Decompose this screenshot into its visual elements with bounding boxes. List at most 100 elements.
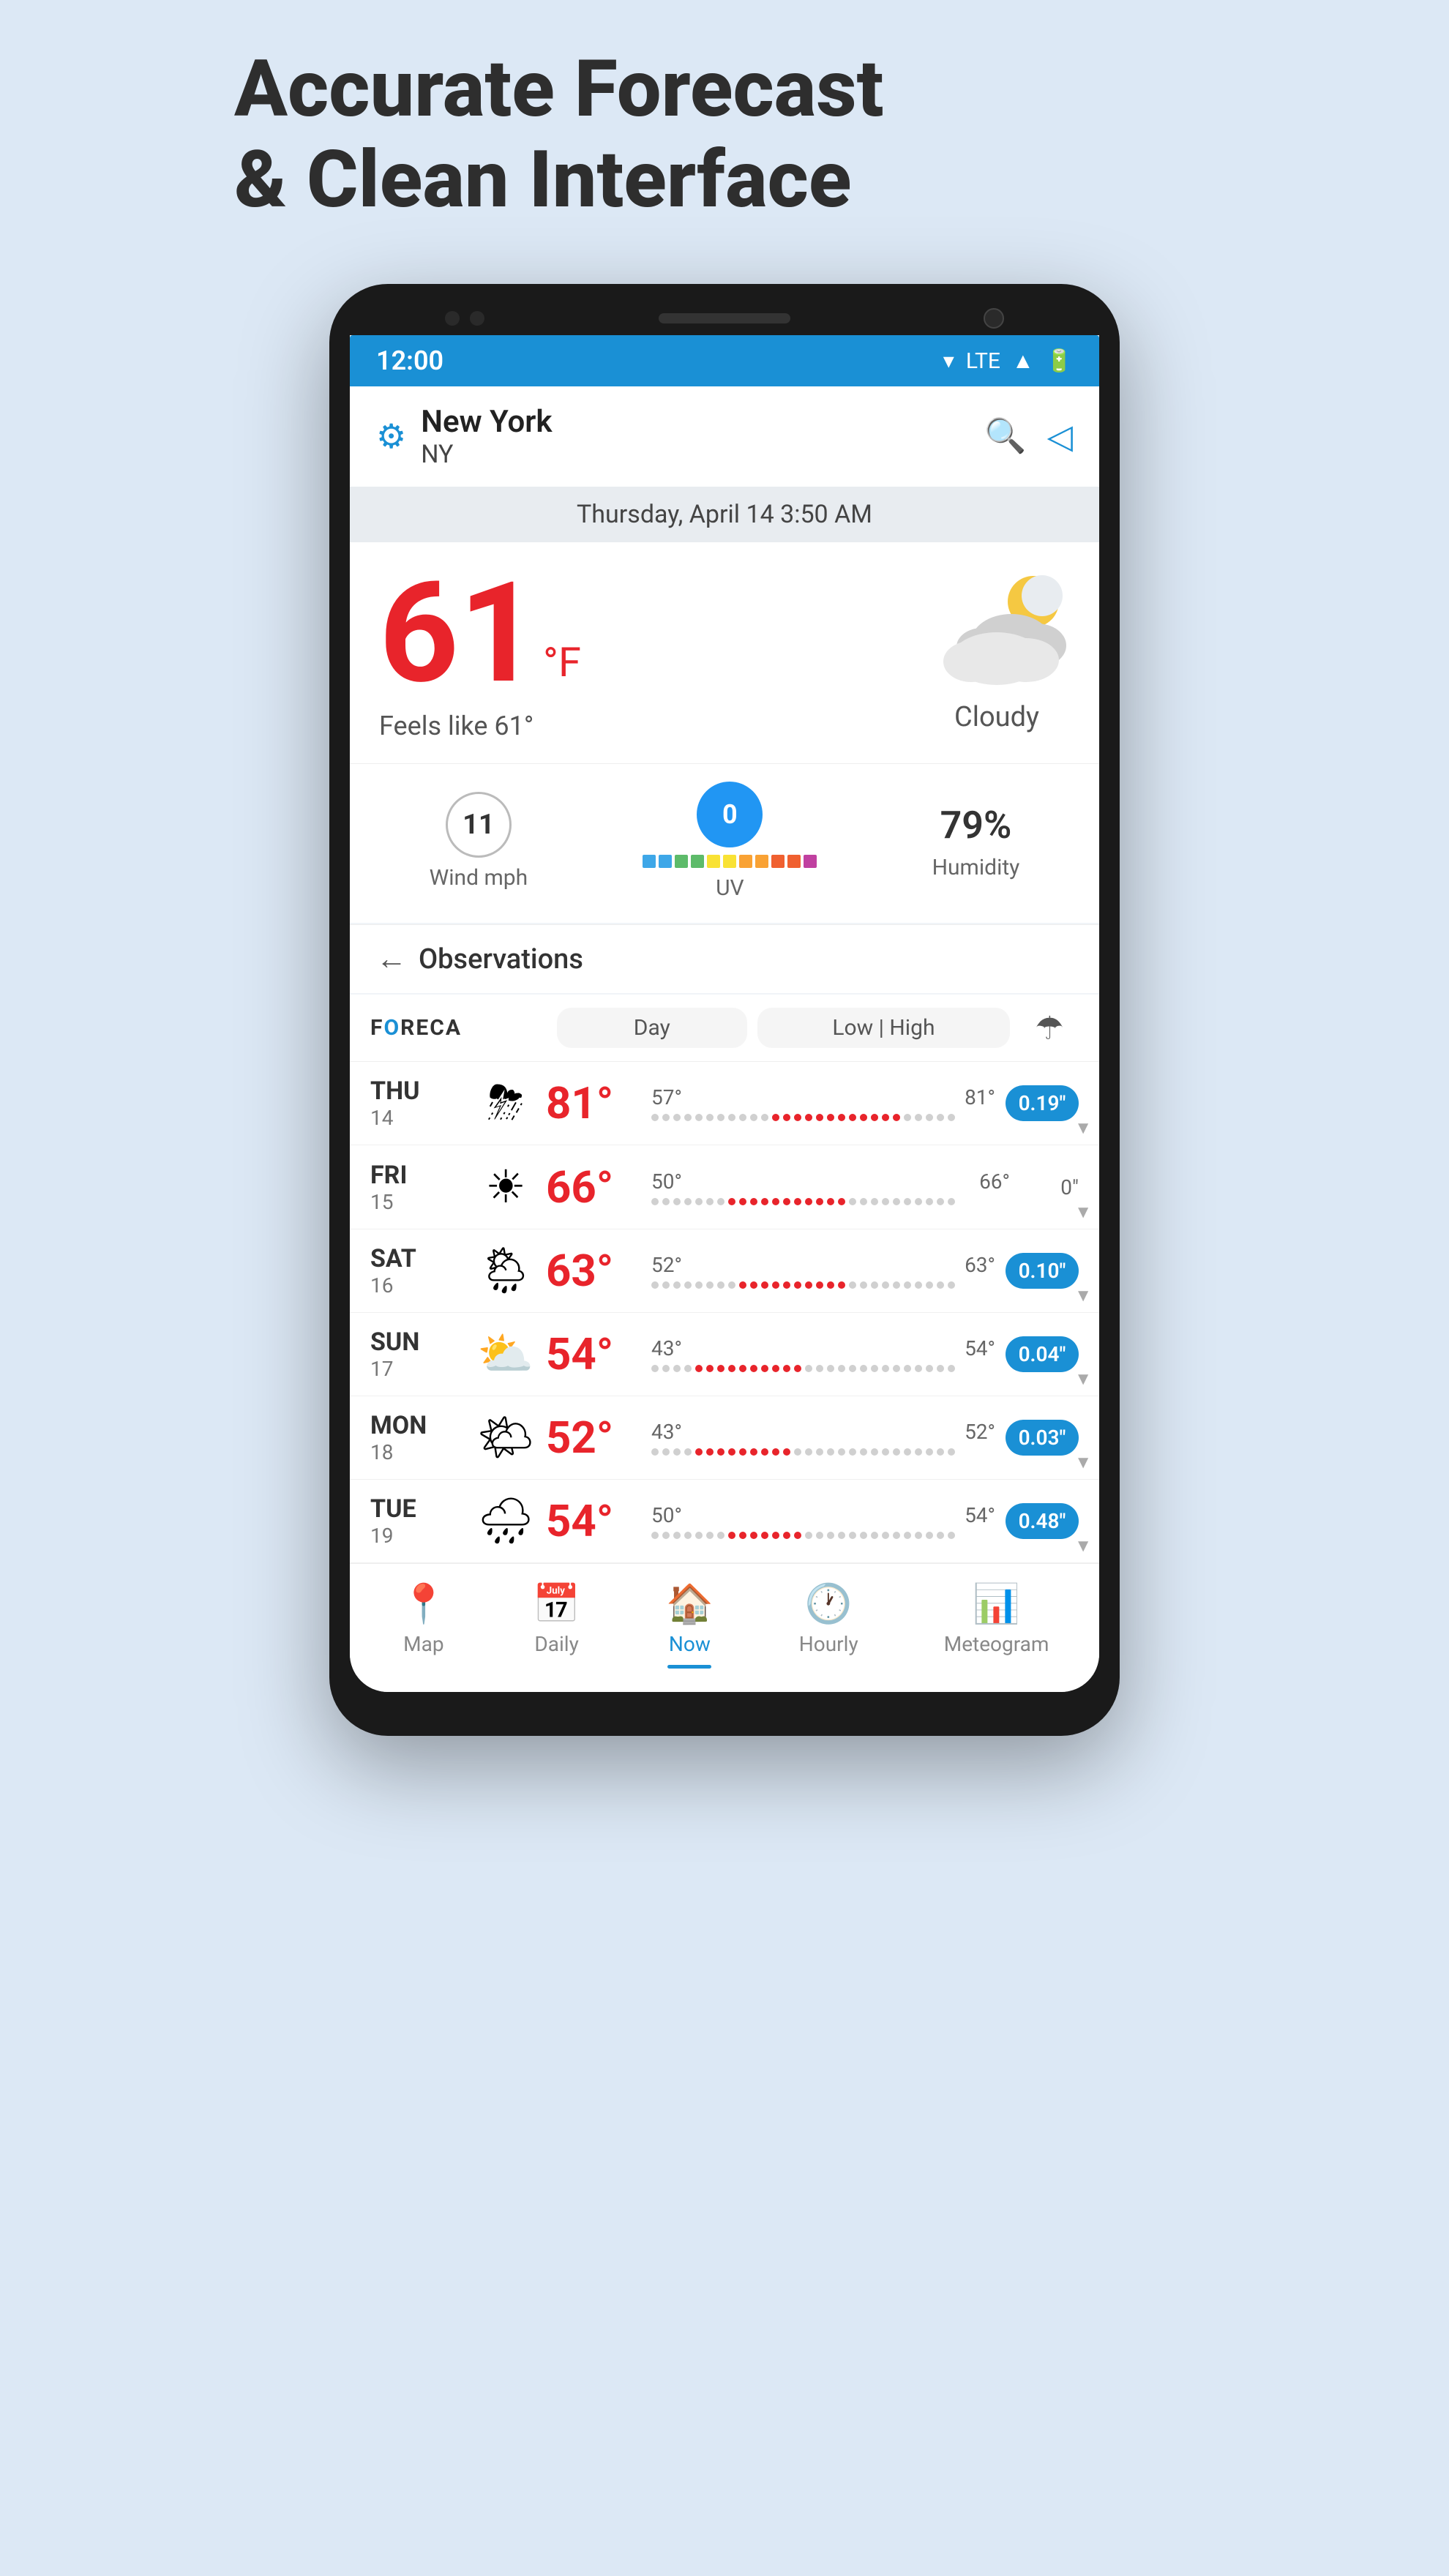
range-dot bbox=[926, 1114, 933, 1121]
nav-icon-hourly: 🕐 bbox=[805, 1581, 853, 1626]
range-dot bbox=[860, 1198, 867, 1205]
nav-item-hourly[interactable]: 🕐 Hourly bbox=[799, 1581, 858, 1669]
range-dot bbox=[684, 1532, 692, 1539]
row-expand-arrow[interactable]: ▼ bbox=[1074, 1117, 1092, 1139]
day-name: SUN bbox=[370, 1328, 465, 1357]
range-dot bbox=[838, 1114, 845, 1121]
range-dot bbox=[651, 1114, 659, 1121]
range-dot bbox=[772, 1114, 779, 1121]
range-dot bbox=[805, 1281, 812, 1289]
day-num: 19 bbox=[370, 1524, 465, 1548]
nav-item-daily[interactable]: 📅Daily bbox=[533, 1581, 580, 1669]
phone-camera bbox=[984, 308, 1004, 329]
range-dot bbox=[673, 1114, 681, 1121]
forecast-weather-icon: 🌦 bbox=[465, 1244, 546, 1298]
range-dot bbox=[717, 1114, 724, 1121]
uv-segment bbox=[771, 855, 785, 868]
range-dot bbox=[739, 1448, 746, 1456]
back-icon[interactable]: ← bbox=[376, 941, 407, 977]
forecast-range-col: 57°81° bbox=[641, 1085, 1006, 1121]
range-labels: 50°54° bbox=[651, 1503, 995, 1527]
range-dot bbox=[816, 1532, 823, 1539]
forecast-row[interactable]: TUE19🌧54°50°54°0.48"▼ bbox=[350, 1480, 1099, 1563]
forecast-row[interactable]: THU14⛈81°57°81°0.19"▼ bbox=[350, 1062, 1099, 1145]
range-dot bbox=[706, 1114, 714, 1121]
range-dot bbox=[816, 1114, 823, 1121]
range-dot bbox=[651, 1448, 659, 1456]
row-expand-arrow[interactable]: ▼ bbox=[1074, 1535, 1092, 1557]
day-col: TUE19 bbox=[370, 1494, 465, 1548]
row-expand-arrow[interactable]: ▼ bbox=[1074, 1368, 1092, 1390]
range-high: 66° bbox=[979, 1169, 1010, 1194]
row-expand-arrow[interactable]: ▼ bbox=[1074, 1285, 1092, 1306]
range-dot bbox=[904, 1365, 911, 1372]
range-dot bbox=[849, 1448, 856, 1456]
range-dot bbox=[937, 1448, 944, 1456]
range-dot bbox=[728, 1532, 735, 1539]
top-nav: ⚙ New York NY 🔍 ◁ bbox=[350, 386, 1099, 487]
nav-item-map[interactable]: 📍Map bbox=[400, 1581, 448, 1669]
forecast-col-precip: ☂ bbox=[1020, 1009, 1079, 1047]
forecast-row[interactable]: MON18🌤52°43°52°0.03"▼ bbox=[350, 1396, 1099, 1480]
row-expand-arrow[interactable]: ▼ bbox=[1074, 1452, 1092, 1473]
nav-label-hourly: Hourly bbox=[799, 1632, 858, 1656]
uv-stat: 0 UV bbox=[643, 782, 817, 901]
range-dot bbox=[651, 1281, 659, 1289]
range-dot bbox=[684, 1114, 692, 1121]
nav-item-now[interactable]: 🏠Now bbox=[666, 1581, 714, 1669]
day-name: FRI bbox=[370, 1161, 465, 1190]
range-dot bbox=[871, 1198, 878, 1205]
range-dot bbox=[827, 1532, 834, 1539]
search-icon[interactable]: 🔍 bbox=[984, 416, 1026, 457]
range-dot bbox=[673, 1281, 681, 1289]
range-dot bbox=[772, 1281, 779, 1289]
uv-segment bbox=[707, 855, 720, 868]
forecast-section: FORECA Day Low | High ☂ THU14⛈81°57°81°0… bbox=[350, 995, 1099, 1563]
range-dot bbox=[662, 1198, 670, 1205]
day-num: 16 bbox=[370, 1273, 465, 1298]
range-dot bbox=[904, 1114, 911, 1121]
range-dot bbox=[695, 1281, 703, 1289]
range-dot bbox=[695, 1365, 703, 1372]
location-text: New York NY bbox=[421, 404, 970, 469]
range-dot bbox=[695, 1448, 703, 1456]
range-dot bbox=[728, 1198, 735, 1205]
range-dot bbox=[805, 1365, 812, 1372]
range-dot bbox=[838, 1532, 845, 1539]
range-dot bbox=[794, 1365, 801, 1372]
nav-icon-daily: 📅 bbox=[533, 1581, 580, 1626]
observations-tab[interactable]: ← Observations bbox=[350, 924, 1099, 993]
forecast-row[interactable]: SAT16🌦63°52°63°0.10"▼ bbox=[350, 1229, 1099, 1313]
forecast-row[interactable]: SUN17⛅54°43°54°0.04"▼ bbox=[350, 1313, 1099, 1396]
range-dot bbox=[761, 1532, 768, 1539]
day-col: FRI15 bbox=[370, 1161, 465, 1214]
temp-section: 61°F Feels like 61° bbox=[379, 564, 581, 741]
range-dot bbox=[904, 1281, 911, 1289]
range-dot bbox=[805, 1198, 812, 1205]
forecast-row[interactable]: FRI15☀66°50°66°0"▼ bbox=[350, 1145, 1099, 1229]
range-dot bbox=[915, 1114, 922, 1121]
nav-item-meteogram[interactable]: 📊Meteogram bbox=[944, 1581, 1049, 1669]
range-dot bbox=[948, 1198, 955, 1205]
range-dot bbox=[717, 1281, 724, 1289]
range-dot bbox=[915, 1365, 922, 1372]
range-dot bbox=[717, 1365, 724, 1372]
range-dot bbox=[651, 1365, 659, 1372]
row-expand-arrow[interactable]: ▼ bbox=[1074, 1202, 1092, 1223]
range-dot bbox=[706, 1198, 714, 1205]
uv-segment bbox=[739, 855, 752, 868]
location-icon[interactable]: ◁ bbox=[1047, 416, 1073, 457]
range-dot bbox=[849, 1114, 856, 1121]
uv-segment bbox=[659, 855, 672, 868]
location-state: NY bbox=[421, 440, 970, 469]
range-high: 52° bbox=[965, 1420, 995, 1444]
forecast-header: FORECA Day Low | High ☂ bbox=[350, 995, 1099, 1062]
range-dot bbox=[739, 1114, 746, 1121]
range-dots bbox=[651, 1365, 995, 1372]
top-nav-actions: 🔍 ◁ bbox=[984, 416, 1073, 457]
forecast-temp: 81° bbox=[546, 1077, 641, 1129]
range-dot bbox=[849, 1365, 856, 1372]
settings-icon[interactable]: ⚙ bbox=[376, 416, 406, 457]
range-dot bbox=[893, 1365, 900, 1372]
range-dot bbox=[728, 1448, 735, 1456]
